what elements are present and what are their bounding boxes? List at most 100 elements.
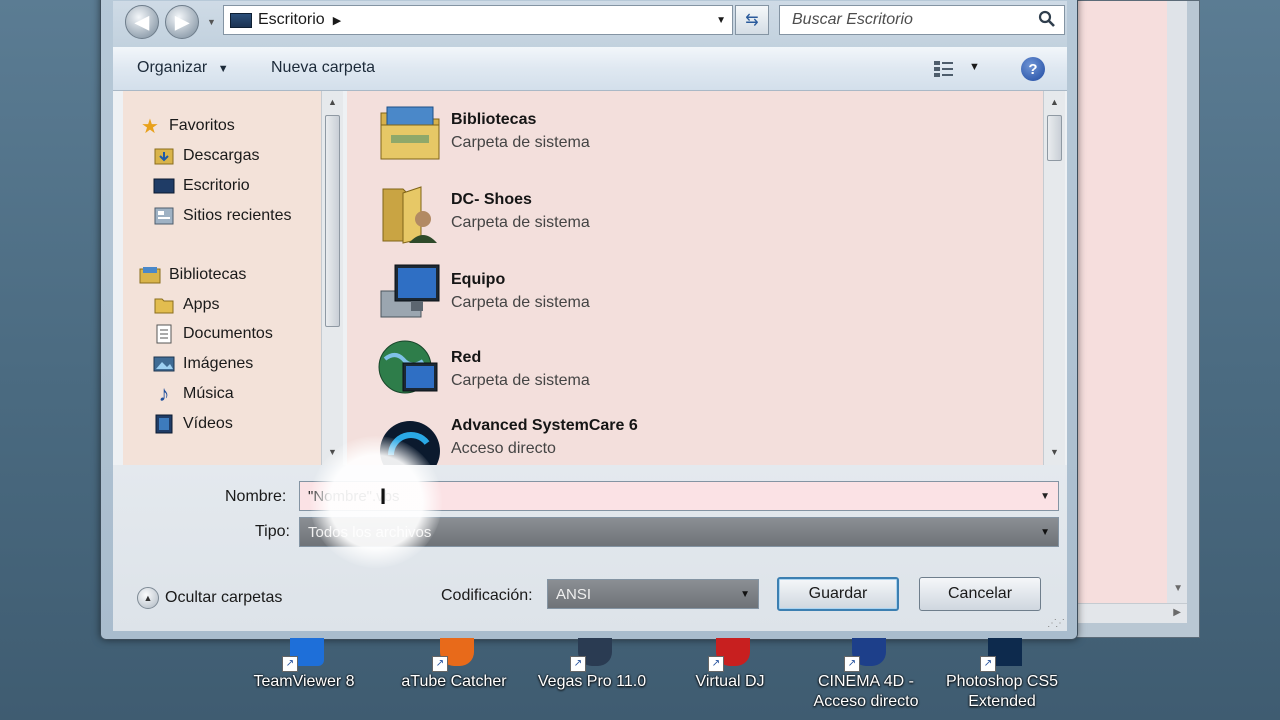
file-type: Carpeta de sistema [451,134,590,151]
desktop-shortcut-teamviewer[interactable]: ↗ TeamViewer 8 [240,638,368,692]
address-location[interactable]: Escritorio [258,11,325,29]
computer-icon [380,264,440,318]
forward-arrow-icon: ▶ [175,11,189,32]
nav-item-label: Escritorio [183,177,250,194]
scroll-up-arrow-icon[interactable]: ▲ [1050,97,1059,107]
recent-locations-dropdown-icon[interactable]: ▼ [207,17,216,27]
folder-icon [153,294,175,316]
background-window: ▼ ▶ [1060,0,1200,638]
dialog-body: ◀ ▶ ▼ Escritorio ▶ ▼ ⇆ Buscar Escritorio [113,1,1067,631]
filetype-value: Todos los archivos [308,523,432,541]
desktop-shortcut-cinema-4d[interactable]: ↗ CINEMA 4D - Acceso directo [802,638,930,712]
search-input[interactable]: Buscar Escritorio [779,5,1065,35]
nav-item-videos[interactable]: Vídeos [153,413,233,435]
back-button[interactable]: ◀ [125,5,159,39]
cancel-button[interactable]: Cancelar [919,577,1041,611]
nav-libraries[interactable]: Bibliotecas [139,264,246,286]
nav-item-recent-places[interactable]: Sitios recientes [153,205,292,227]
hide-folders-button[interactable]: ▲ Ocultar carpetas [137,587,282,609]
list-item[interactable]: Red Carpeta de sistema [377,337,977,407]
resize-grip-icon[interactable]: ⋰⋰ [1047,618,1065,629]
text-cursor-icon: I [380,484,387,509]
navigation-scrollbar[interactable]: ▲ ▼ [321,91,343,465]
chevron-down-icon: ▼ [217,63,229,75]
organize-menu[interactable]: Organizar ▼ [137,59,229,77]
file-type: Carpeta de sistema [451,214,590,231]
desktop-shortcut-label: TeamViewer 8 [253,673,355,690]
desktop-shortcut-label: aTube Catcher [401,673,507,690]
save-button[interactable]: Guardar [777,577,899,611]
refresh-icon: ⇆ [745,12,759,29]
nav-item-label: Apps [183,296,220,313]
address-bar[interactable]: Escritorio ▶ ▼ [223,5,733,35]
recent-places-icon [153,205,175,227]
desktop-shortcut-virtual-dj[interactable]: ↗ Virtual DJ [666,638,794,692]
shortcut-arrow-icon: ↗ [844,656,860,672]
file-list-scrollbar[interactable]: ▲ ▼ [1043,91,1065,465]
filetype-label: Tipo: [255,523,290,540]
scrollbar-thumb[interactable] [1047,115,1062,161]
file-name: Equipo [451,271,506,288]
desktop-shortcut-label: Photoshop CS5 Extended [945,673,1059,710]
chevron-up-icon: ▲ [137,587,159,609]
shortcut-arrow-icon: ↗ [282,656,298,672]
list-item[interactable]: DC- Shoes Carpeta de sistema [377,179,977,249]
nav-favorites-label: Favoritos [169,117,235,134]
search-placeholder: Buscar Escritorio [792,11,913,28]
list-item[interactable]: Equipo Carpeta de sistema [377,259,977,329]
help-button[interactable]: ? [1021,57,1045,81]
chevron-down-icon[interactable]: ▼ [740,589,750,600]
scrollbar-thumb[interactable] [325,115,340,327]
nav-item-downloads[interactable]: Descargas [153,145,259,167]
scroll-down-arrow-icon[interactable]: ▼ [328,447,337,457]
nav-item-music[interactable]: ♪ Música [153,381,234,406]
desktop-shortcut-label: CINEMA 4D - Acceso directo [813,673,919,710]
filename-label: Nombre: [225,488,287,505]
desktop-icon [153,175,175,197]
refresh-button[interactable]: ⇆ [735,5,769,35]
file-type: Acceso directo [451,440,556,457]
chevron-down-icon[interactable]: ▼ [1040,491,1050,502]
horizontal-scrollbar[interactable]: ▶ [1069,603,1187,623]
save-form: Nombre: "Nombre".vbs ▼ Tipo: Todos los a… [113,465,1067,631]
nav-item-label: Descargas [183,147,260,164]
documents-icon [153,323,175,345]
encoding-select[interactable]: ANSI ▼ [547,579,759,609]
file-type: Carpeta de sistema [451,294,590,311]
nav-item-documents[interactable]: Documentos [153,323,273,345]
desktop-shortcut-vegas-pro[interactable]: ↗ Vegas Pro 11.0 [528,638,656,692]
file-name: Bibliotecas [451,111,537,128]
forward-button[interactable]: ▶ [165,5,199,39]
navigation-pane: ★ Favoritos Descargas Escritorio Sitios [123,91,335,465]
nav-item-apps[interactable]: Apps [153,294,219,316]
background-text-area[interactable] [1069,1,1187,603]
scroll-up-arrow-icon[interactable]: ▲ [328,97,337,107]
search-icon[interactable] [1038,10,1056,28]
scroll-down-arrow-icon[interactable]: ▼ [1050,447,1059,457]
chevron-down-icon[interactable]: ▼ [1040,527,1050,538]
user-folder-icon [382,186,437,244]
desktop-shortcut-photoshop[interactable]: ↗ Photoshop CS5 Extended [938,638,1066,712]
command-bar: Organizar ▼ Nueva carpeta ▼ ? [113,47,1067,91]
new-folder-button[interactable]: Nueva carpeta [271,59,375,77]
back-arrow-icon: ◀ [135,11,149,32]
address-dropdown-icon[interactable]: ▼ [716,15,726,26]
list-item[interactable]: Bibliotecas Carpeta de sistema [377,99,977,169]
breadcrumb-separator-icon[interactable]: ▶ [333,14,341,27]
desktop-shortcut-atube-catcher[interactable]: ↗ aTube Catcher [390,638,518,692]
shortcut-arrow-icon: ↗ [980,656,996,672]
scroll-right-arrow-icon[interactable]: ▶ [1173,607,1181,618]
nav-item-desktop[interactable]: Escritorio [153,175,250,197]
organize-label: Organizar [137,59,208,76]
encoding-value: ANSI [556,585,592,603]
desktop-icon [230,12,252,28]
nav-item-pictures[interactable]: Imágenes [153,353,253,375]
virtual-dj-icon: ↗ [702,638,758,672]
encoding-label: Codificación: [441,587,533,604]
nav-favorites[interactable]: ★ Favoritos [139,115,235,138]
filetype-select[interactable]: Todos los archivos ▼ [299,517,1059,547]
filename-field[interactable]: "Nombre".vbs ▼ [299,481,1059,511]
view-options-dropdown-icon[interactable]: ▼ [969,61,980,73]
change-view-icon[interactable] [933,59,955,79]
scroll-down-arrow-icon[interactable]: ▼ [1173,583,1183,594]
